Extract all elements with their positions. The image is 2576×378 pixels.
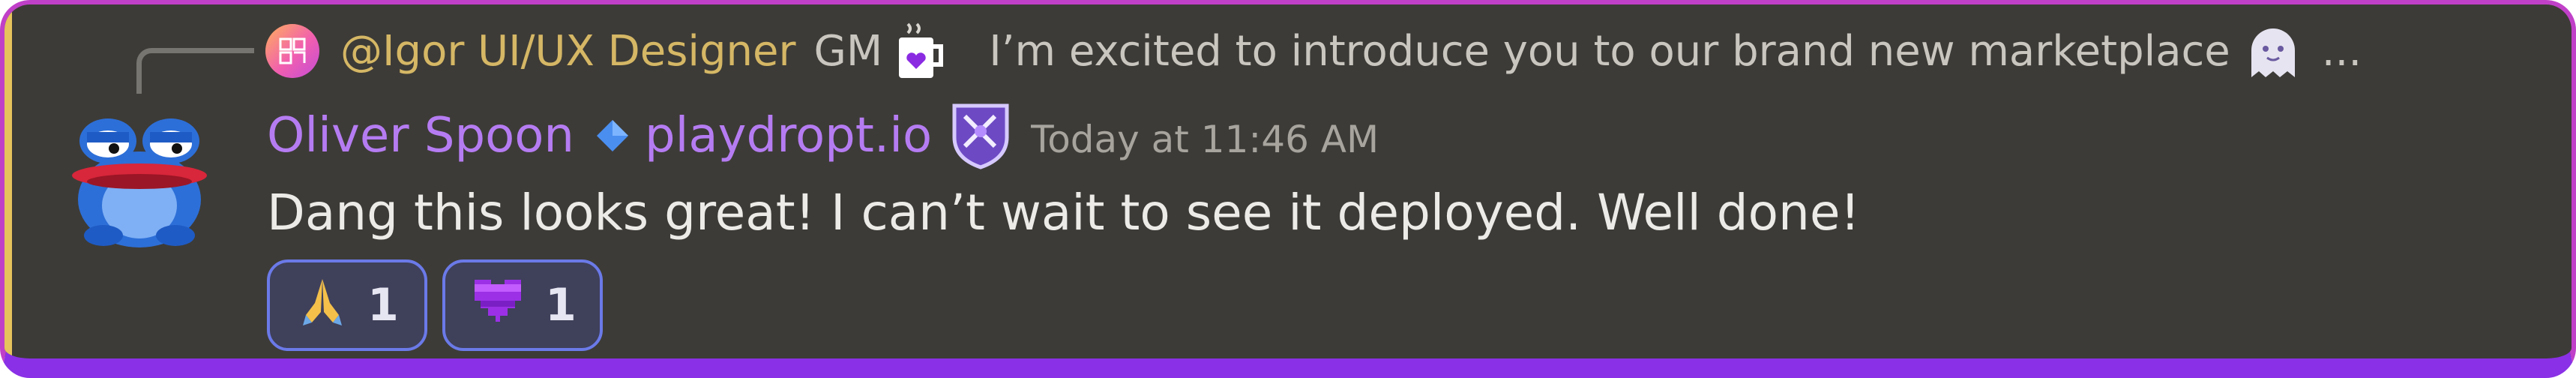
server-tag[interactable]: playdropt.io [645, 108, 932, 164]
reply-avatar[interactable] [265, 24, 319, 78]
timestamp: Today at 11:46 AM [1031, 118, 1379, 161]
reply-username[interactable]: @Igor UI/UX Designer [340, 27, 796, 76]
avatar[interactable] [64, 110, 214, 252]
reply-avatar-logo-icon [279, 38, 306, 64]
message-header: Oliver Spoon playdropt.io Today at 11:46… [267, 102, 1379, 170]
reactions-bar: 1 1 [267, 260, 603, 351]
reply-preview-start: GM [813, 26, 883, 76]
pixel-heart-icon [469, 274, 527, 338]
author-name[interactable]: Oliver Spoon [267, 108, 574, 164]
message-text: Dang this looks great! I can’t wait to s… [267, 183, 1860, 242]
frog-avatar-icon [72, 118, 207, 248]
reaction-count: 1 [367, 279, 399, 332]
reply-preview[interactable]: @Igor UI/UX Designer GM I’m excited to i… [265, 18, 2362, 84]
ghost-icon [2244, 20, 2302, 82]
reply-preview-text: I’m excited to introduce you to our bran… [989, 26, 2230, 76]
reply-ellipsis: ... [2321, 26, 2362, 76]
reaction-count: 1 [545, 279, 577, 332]
reply-connector [136, 48, 254, 94]
reaction-praying-hands[interactable]: 1 [267, 260, 427, 351]
praying-hands-icon [295, 273, 349, 338]
shield-badge-icon [950, 101, 1011, 170]
coffee-mug-icon [893, 21, 947, 81]
message-card: @Igor UI/UX Designer GM I’m excited to i… [0, 0, 2576, 378]
reaction-heart[interactable]: 1 [442, 260, 603, 351]
diamond-icon [595, 118, 630, 153]
